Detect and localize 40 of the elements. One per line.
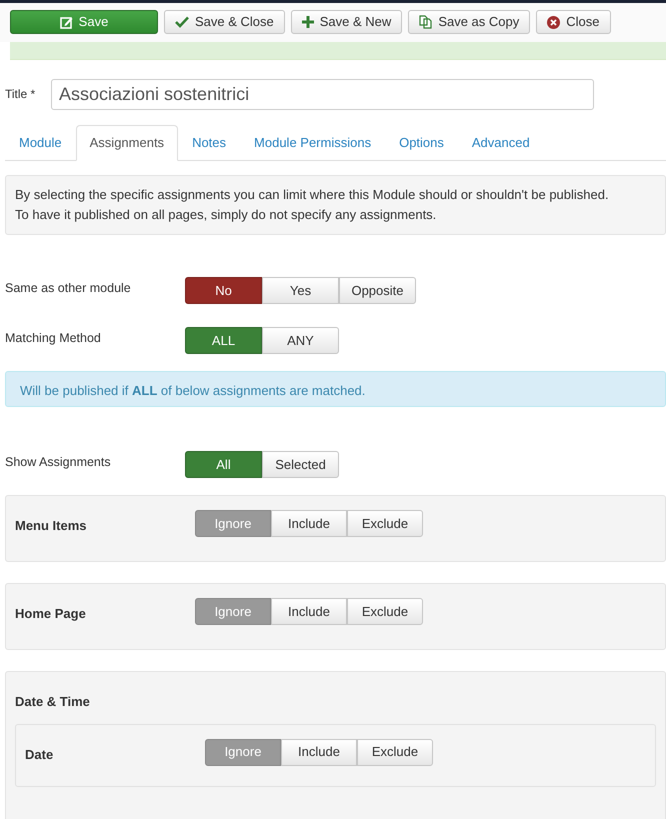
toggle-option[interactable]: Yes <box>262 277 339 304</box>
toggle-option[interactable]: Exclude <box>357 738 433 766</box>
toggle-option[interactable]: ANY <box>262 327 339 354</box>
close-icon <box>547 16 560 28</box>
toolbar-button[interactable]: Save <box>10 10 158 34</box>
toolbar-button[interactable]: Save & Close <box>164 10 285 34</box>
copy-icon <box>419 15 432 29</box>
tab[interactable]: Notes <box>178 125 240 161</box>
toggle-option[interactable]: All <box>185 451 262 478</box>
edit-icon <box>60 16 73 28</box>
toggle-option[interactable]: No <box>185 277 262 304</box>
toggle-option[interactable]: Selected <box>262 451 339 478</box>
field-label: Same as other module <box>5 280 132 297</box>
field-label: Show Assignments <box>5 454 112 471</box>
check-icon <box>175 16 189 28</box>
panel-heading: Menu Items <box>15 517 88 535</box>
tab[interactable]: Assignments <box>76 125 178 161</box>
tab[interactable]: Advanced <box>458 125 544 161</box>
toggle-option[interactable]: ALL <box>185 327 262 354</box>
toggle-option[interactable]: Exclude <box>347 510 423 537</box>
toggle-option[interactable]: Include <box>281 738 357 766</box>
plus-icon <box>302 16 314 28</box>
title-input[interactable]: Associazioni sostenitrici <box>51 79 594 110</box>
toggle-option[interactable]: Exclude <box>347 598 423 625</box>
panel-heading: Date <box>25 746 54 764</box>
title-label: Title * <box>5 86 36 103</box>
toggle-option[interactable]: Include <box>271 510 347 537</box>
toggle-option[interactable]: Include <box>271 598 347 625</box>
toolbar-button[interactable]: Save & New <box>290 10 402 34</box>
toolbar-button[interactable]: Save as Copy <box>408 10 530 34</box>
tab[interactable]: Module Permissions <box>240 125 386 161</box>
panel-heading: Home Page <box>15 605 87 623</box>
toggle-option[interactable]: Opposite <box>339 277 416 304</box>
field-label: Matching Method <box>5 330 102 347</box>
panel-heading: Date & Time <box>15 693 91 711</box>
tab[interactable]: Module <box>5 125 76 161</box>
info-alert: Will be published if ALL of below assignments are matched. <box>5 371 666 407</box>
toolbar-button[interactable]: Close <box>536 10 610 34</box>
tab[interactable]: Options <box>385 125 458 161</box>
description-panel: By selecting the specific assignments you can limit where this Module should or shouldn't be published. To have it published on all pages, simply do not specify any assignments. <box>5 175 666 235</box>
